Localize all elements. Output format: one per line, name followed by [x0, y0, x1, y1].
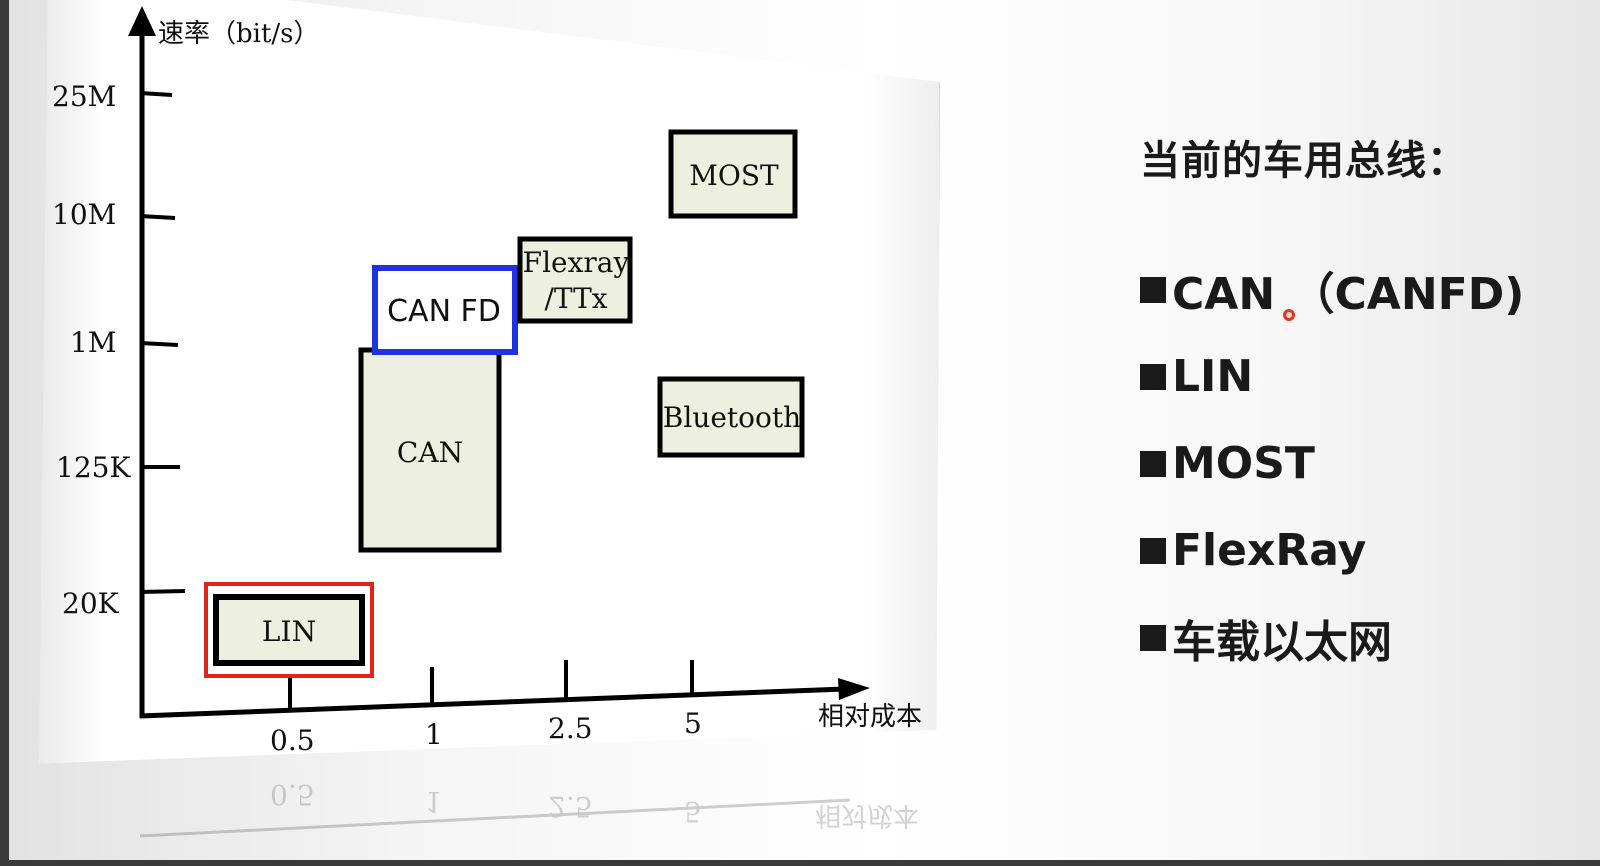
x-tick-label-5: 5	[684, 707, 702, 740]
reflect-x-axis-title: 相对成本	[815, 800, 919, 830]
square-bullet-icon	[1140, 537, 1166, 564]
y-tick-label-20k: 20K	[62, 587, 120, 620]
bluetooth-label: Bluetooth	[663, 401, 801, 434]
bus-item-label: FlexRay	[1172, 525, 1367, 576]
x-tick-label-0-5: 0.5	[270, 724, 315, 757]
pointer-cursor-icon	[1283, 309, 1295, 321]
x-tick-label-2-5: 2.5	[548, 712, 593, 745]
bus-item-lin: LIN	[1140, 333, 1580, 420]
most-label: MOST	[689, 159, 779, 192]
x-axis-line	[139, 686, 846, 719]
can-fd-label: CAN FD	[387, 294, 501, 329]
y-ticks: 25M 10M 1M 125K 20K	[52, 80, 186, 620]
square-bullet-icon	[1140, 624, 1166, 651]
reflect-tick-3: 5	[684, 795, 702, 828]
flexray-label-line-2: /TTx	[544, 282, 607, 315]
y-tick-label-1m: 1M	[70, 326, 116, 359]
bus-item-label: CAN （CANFD)	[1172, 268, 1525, 320]
bus-item-ethernet: 车载以太网	[1140, 594, 1580, 681]
y-axis-title: 速率（bit/s）	[158, 19, 320, 49]
square-bullet-icon	[1140, 276, 1166, 303]
square-bullet-icon	[1140, 450, 1166, 477]
bus-item-label: 车载以太网	[1172, 616, 1392, 668]
reflect-tick-0: 0.5	[270, 778, 315, 811]
y-tick-label-10m: 10M	[52, 198, 116, 231]
x-axis-arrow-icon	[838, 678, 870, 700]
square-bullet-icon	[1140, 363, 1166, 390]
x-axis-title: 相对成本	[818, 702, 922, 732]
lin-label: LIN	[262, 615, 316, 648]
reflect-tick-1: 1	[425, 785, 443, 818]
box-lin: LIN	[204, 582, 374, 678]
bus-list: CAN （CANFD) LIN MOST FlexRay 车载以太网	[1140, 246, 1580, 681]
reflect-tick-2: 2.5	[548, 790, 593, 823]
box-can-fd: CAN FD	[372, 265, 518, 355]
box-most: MOST	[668, 129, 798, 219]
y-tick-mark-1m	[139, 341, 179, 347]
y-tick-mark-25m	[139, 91, 173, 97]
panel-title: 当前的车用总线：	[1140, 138, 1468, 184]
bus-item-flexray: FlexRay	[1140, 507, 1580, 594]
screen-bottom-border	[0, 860, 1600, 866]
y-tick-label-125k: 125K	[56, 451, 131, 484]
can-label: CAN	[397, 436, 463, 469]
x-axis-reflection: 0.5 1 2.5 5 相对成本	[139, 778, 919, 838]
bus-item-most: MOST	[1140, 420, 1580, 507]
bus-item-can: CAN （CANFD)	[1140, 246, 1580, 333]
box-flexray: Flexray /TTx	[517, 236, 633, 324]
box-bluetooth: Bluetooth	[657, 376, 805, 458]
y-axis-arrow-icon	[128, 6, 156, 36]
box-can: CAN	[358, 347, 502, 553]
bus-item-label: LIN	[1172, 351, 1254, 402]
bus-list-panel: 当前的车用总线： CAN （CANFD) LIN MOST FlexRay 车载…	[1140, 128, 1580, 681]
y-tick-mark-10m	[139, 214, 176, 220]
y-tick-mark-20k	[139, 589, 186, 594]
bus-item-label: MOST	[1172, 438, 1315, 489]
y-tick-label-25m: 25M	[52, 80, 116, 113]
flexray-label-line-1: Flexray	[523, 246, 630, 279]
x-tick-label-1: 1	[425, 718, 443, 751]
